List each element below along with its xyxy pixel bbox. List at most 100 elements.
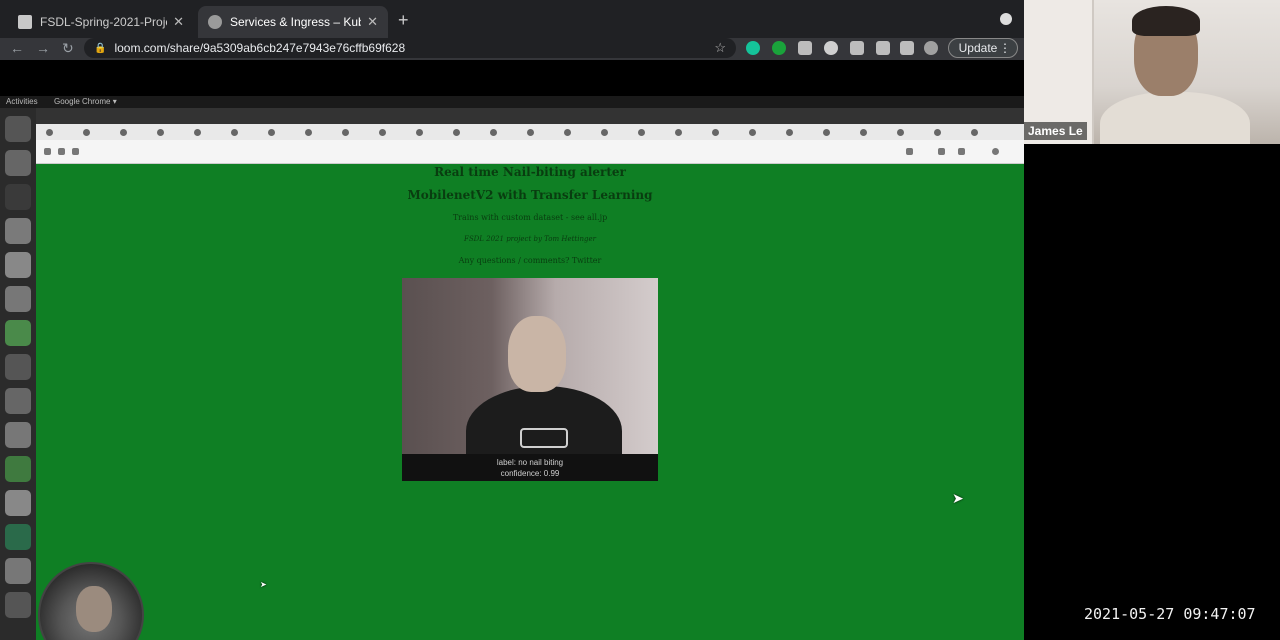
dock-app-icon [5, 116, 31, 142]
bookmark-icon [934, 129, 941, 136]
update-label: Update [958, 41, 998, 55]
bookmark-icon [860, 129, 867, 136]
dock-app-icon [5, 388, 31, 414]
demo-page: Real time Nail-biting alerter MobilenetV… [36, 164, 1024, 640]
webcam-prediction-feed: label: no nail biting confidence: 0.99 [402, 278, 658, 481]
dock-app-icon [5, 558, 31, 584]
bookmark-icon [712, 129, 719, 136]
back-icon[interactable]: ← [10, 40, 24, 56]
speaker-body [1100, 92, 1250, 144]
speaker-webcam: James Le [1024, 0, 1280, 144]
mouse-cursor-icon: ➤ [952, 490, 964, 506]
speaker-name: James Le [1024, 122, 1087, 140]
dock-app-icon [5, 286, 31, 312]
tab-services-ingress[interactable]: Services & Ingress – Kuber ✕ [198, 6, 388, 38]
new-tab-button[interactable]: + [398, 10, 409, 31]
close-icon[interactable]: ✕ [367, 14, 378, 30]
dock-app-icon [5, 592, 31, 618]
browser-toolbar: ← → ↻ 🔒 loom.com/share/9a5309ab6cb247e79… [0, 38, 1024, 60]
bookmark-icon [638, 129, 645, 136]
video-letterbox [0, 60, 1024, 96]
tab-title: Services & Ingress – Kuber [230, 15, 362, 29]
bookmark-icon [268, 129, 275, 136]
recording-timestamp: 2021-05-27 09:47:07 [1084, 605, 1256, 623]
page-title: Real time Nail-biting alerter [434, 165, 626, 179]
bookmark-icon [120, 129, 127, 136]
prediction-caption: label: no nail biting confidence: 0.99 [402, 454, 658, 481]
dock-app-icon [5, 150, 31, 176]
bookmark-icon [786, 129, 793, 136]
box-icon[interactable] [798, 41, 812, 55]
extension-icon [938, 148, 945, 155]
bookmark-icon [601, 129, 608, 136]
list-icon[interactable] [900, 41, 914, 55]
author-note: FSDL 2021 project by Tom Hettinger [464, 235, 596, 243]
cast-icon[interactable] [876, 41, 890, 55]
grammarly-icon[interactable] [746, 41, 760, 55]
bookmark-icon [749, 129, 756, 136]
bookmark-icon [342, 129, 349, 136]
app-menu-label: Google Chrome ▾ [54, 97, 117, 106]
dataset-note: Trains with custom dataset - see all.jp [452, 213, 608, 222]
star-icon [906, 148, 913, 155]
docs-icon [18, 15, 32, 29]
speaker-hair [1132, 6, 1200, 36]
inner-address-bar [36, 140, 1024, 164]
lock-icon: 🔒 [94, 42, 107, 54]
address-text: loom.com/share/9a5309ab6cb247e7943e76cff… [114, 41, 406, 55]
forward-icon [58, 148, 65, 155]
dock-app-icon [5, 218, 31, 244]
dock-app-icon [5, 320, 31, 346]
bookmark-icon [416, 129, 423, 136]
extension-icon [958, 148, 965, 155]
reload-icon [72, 148, 79, 155]
github-icon[interactable] [824, 41, 838, 55]
bookmark-icon [46, 129, 53, 136]
person-head [508, 316, 566, 392]
bookmark-icon [823, 129, 830, 136]
avatar-icon [992, 148, 999, 155]
tab-title: FSDL-Spring-2021-Projects-S [40, 15, 167, 29]
contact-link[interactable]: Any questions / comments? Twitter [36, 256, 1024, 265]
desktop-top-bar: Activities Google Chrome ▾ [0, 96, 1024, 108]
inner-window-title [36, 108, 1024, 124]
desktop-dock [0, 108, 36, 640]
inner-bookmarks-bar [36, 124, 1024, 140]
avatar-icon[interactable] [924, 41, 938, 55]
page-subtitle: MobilenetV2 with Transfer Learning [407, 188, 653, 202]
bookmark-star-icon[interactable]: ☆ [714, 40, 726, 56]
bookmark-icon [564, 129, 571, 136]
dock-app-icon [5, 184, 31, 210]
bookmark-icon [490, 129, 497, 136]
dock-app-icon [5, 422, 31, 448]
dock-app-icon [5, 252, 31, 278]
green-dot-icon[interactable] [772, 41, 786, 55]
shirt-logo [520, 428, 568, 448]
forward-icon[interactable]: → [36, 40, 50, 56]
close-icon[interactable]: ✕ [173, 14, 184, 30]
dock-app-icon [5, 354, 31, 380]
bookmark-icon [194, 129, 201, 136]
bookmark-icon [675, 129, 682, 136]
more-icon[interactable]: ⋮ [999, 39, 1011, 57]
mouse-cursor-icon: ➤ [260, 580, 267, 589]
window-control-icon[interactable] [1000, 13, 1012, 25]
dock-app-icon [5, 490, 31, 516]
reload-icon[interactable]: ↻ [62, 40, 74, 57]
address-bar[interactable]: 🔒 loom.com/share/9a5309ab6cb247e7943e76c… [84, 38, 736, 58]
browser-tab-strip: FSDL-Spring-2021-Projects-S ✕ Services &… [0, 0, 1024, 38]
bookmark-icon [897, 129, 904, 136]
presenter-head [76, 586, 112, 632]
bookmark-icon [231, 129, 238, 136]
webcam-video [402, 278, 658, 454]
dock-app-icon [5, 524, 31, 550]
prediction-confidence: confidence: 0.99 [500, 469, 560, 478]
bookmark-icon [453, 129, 460, 136]
tab-fsdl-projects[interactable]: FSDL-Spring-2021-Projects-S ✕ [8, 6, 194, 38]
puzzle-icon[interactable] [850, 41, 864, 55]
dock-app-icon [5, 456, 31, 482]
bookmark-icon [379, 129, 386, 136]
update-button[interactable]: Update ⋮ [948, 38, 1018, 58]
bookmark-icon [527, 129, 534, 136]
back-icon [44, 148, 51, 155]
